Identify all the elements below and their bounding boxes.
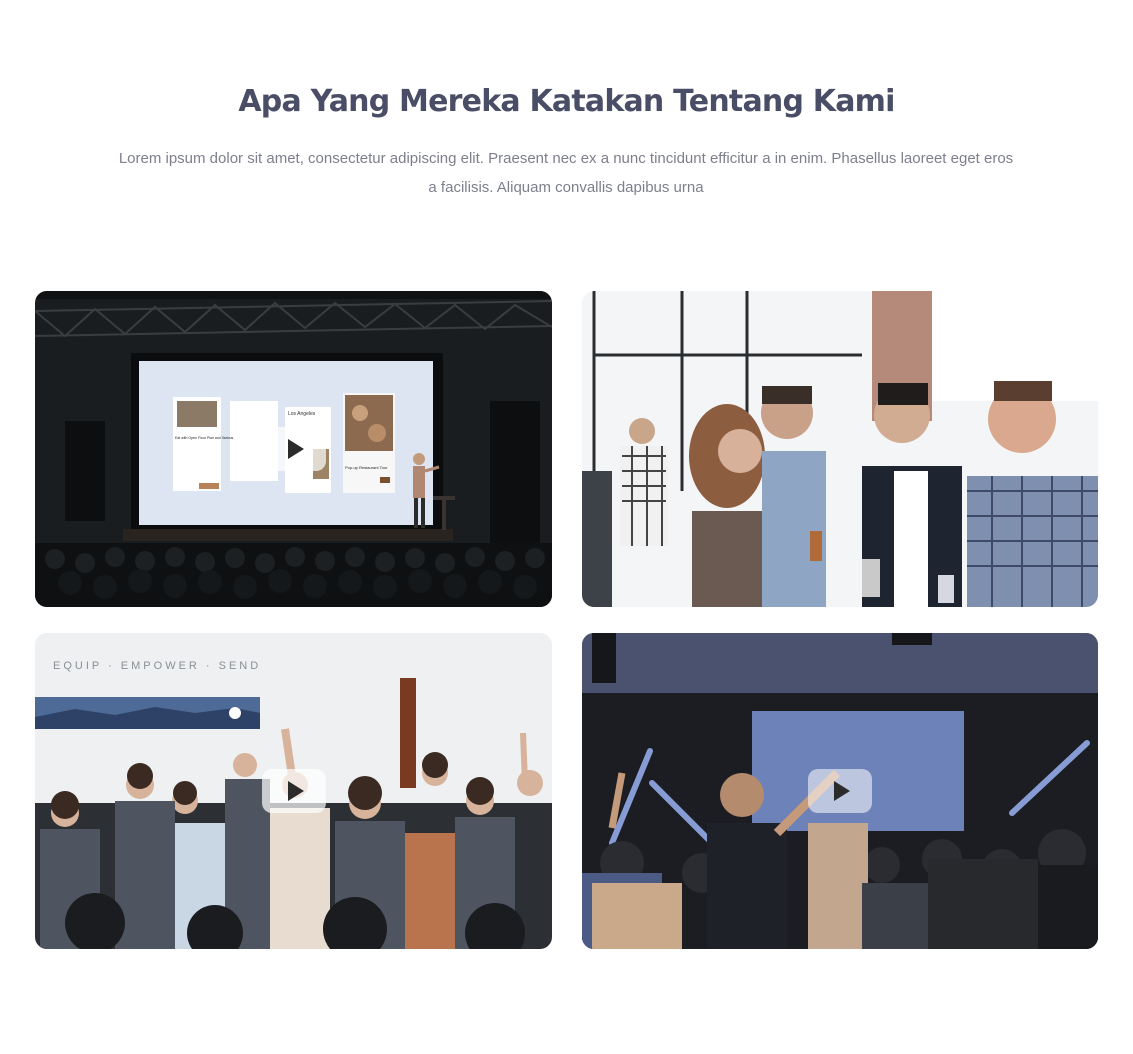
svg-text:Los Angeles: Los Angeles xyxy=(288,411,316,417)
networking-group-image xyxy=(582,291,1098,607)
section-subtitle: Lorem ipsum dolor sit amet, consectetur … xyxy=(118,150,1014,196)
svg-text:Pop-up Restaurant Tour: Pop-up Restaurant Tour xyxy=(345,465,388,470)
video-card-audience[interactable]: EQUIP · EMPOWER · SEND xyxy=(35,633,552,949)
play-icon[interactable] xyxy=(261,769,326,813)
testimonials-section: Apa Yang Mereka Katakan Tentang Kami Lor… xyxy=(0,0,1133,1054)
video-grid: Los Angeles Eat with Open Floor Plan and… xyxy=(35,291,1098,949)
play-triangle-icon xyxy=(287,439,304,459)
play-triangle-icon xyxy=(834,781,850,801)
video-card-conference[interactable]: Los Angeles Eat with Open Floor Plan and… xyxy=(35,291,552,607)
video-card-concert[interactable] xyxy=(582,633,1098,949)
svg-text:Eat with Open Floor Plan and V: Eat with Open Floor Plan and Various xyxy=(175,436,234,440)
section-title: Apa Yang Mereka Katakan Tentang Kami xyxy=(238,84,895,119)
svg-text:EQUIP · EMPOWER · SEND: EQUIP · EMPOWER · SEND xyxy=(53,660,261,672)
play-triangle-icon xyxy=(287,781,304,801)
play-icon[interactable] xyxy=(261,427,326,471)
play-icon[interactable] xyxy=(808,769,872,813)
video-card-networking[interactable] xyxy=(582,291,1098,607)
